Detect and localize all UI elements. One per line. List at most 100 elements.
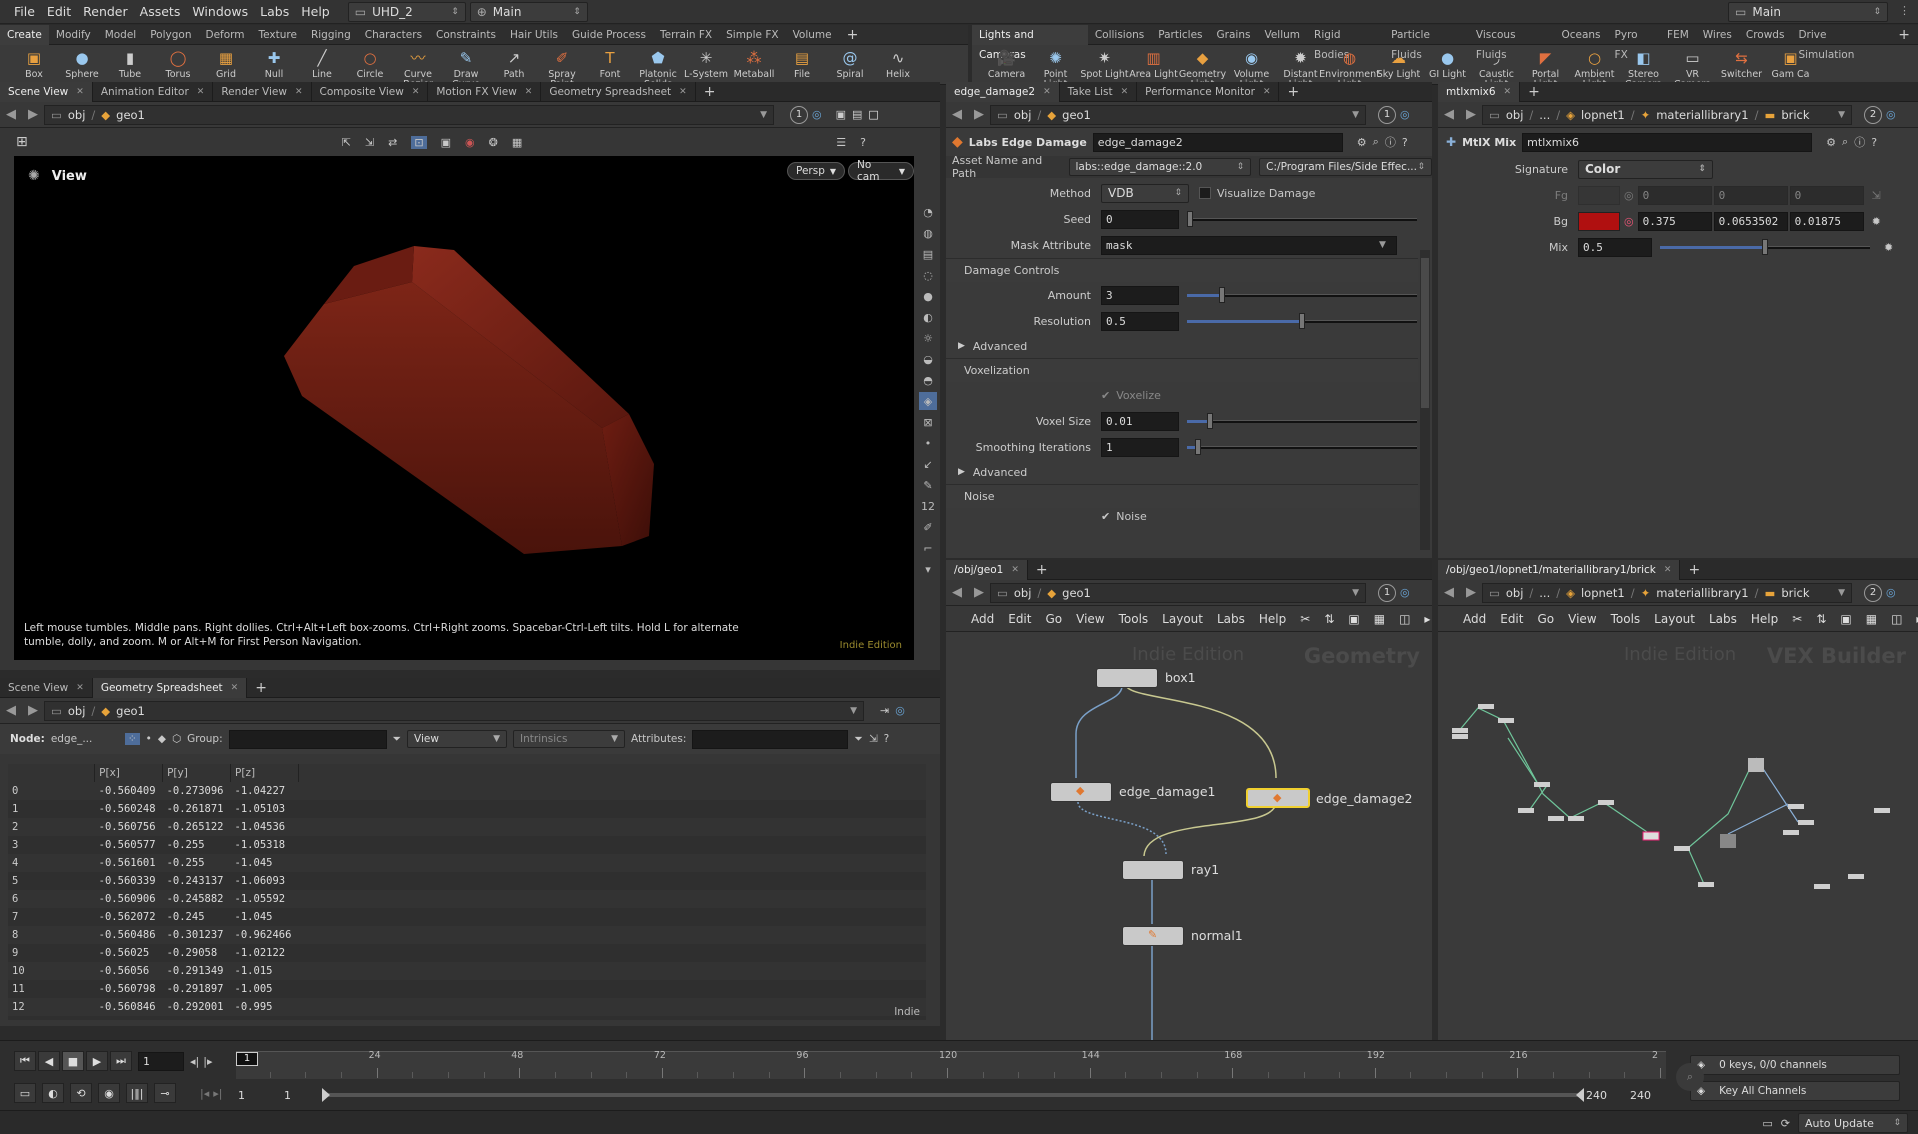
net-menu-view[interactable]: View xyxy=(1561,612,1603,626)
tab-mtlxmix6[interactable]: mtlxmix6 ✕ xyxy=(1438,81,1521,102)
tab-take-list[interactable]: Take List ✕ xyxy=(1060,81,1138,102)
gear-icon[interactable]: ✹ xyxy=(1884,241,1893,254)
mix-field[interactable]: 0.5 xyxy=(1578,237,1652,257)
range-bar[interactable] xyxy=(322,1088,1584,1102)
close-icon[interactable]: ✕ xyxy=(76,678,84,698)
shelf-tool-spot-light[interactable]: ✷ Spot Light xyxy=(1080,45,1129,80)
mtlx-node-name-field[interactable]: mtlxmix6 xyxy=(1522,132,1813,152)
mtlx-breadcrumb[interactable]: ▭ obj / ... / ◈ lopnet1 / ✦ materiallibr… xyxy=(1482,104,1852,125)
column-header-index[interactable] xyxy=(8,764,96,782)
table-row[interactable]: 8 -0.560486 -0.301237 -0.962466 xyxy=(8,926,926,944)
layout-icon-1[interactable]: ▣ xyxy=(836,108,846,121)
fg-swatch[interactable] xyxy=(1578,185,1620,205)
tab-scene-view[interactable]: Scene View ✕ xyxy=(0,81,93,102)
shelf-tab-guide-process[interactable]: Guide Process xyxy=(565,25,653,45)
help-icon[interactable]: ? xyxy=(860,136,866,149)
add-tab-icon[interactable]: + xyxy=(1279,84,1307,100)
forward-arrow-icon[interactable]: ▶ xyxy=(1460,585,1482,600)
netvex-canvas[interactable]: Indie Edition VEX Builder xyxy=(1438,634,1918,1040)
fg-r-field[interactable]: 0 xyxy=(1637,185,1712,205)
smoothing-slider[interactable] xyxy=(1187,438,1417,455)
search-icon[interactable]: ⌕ xyxy=(1842,135,1848,149)
tab-edge-damage2[interactable]: edge_damage2 ✕ xyxy=(946,81,1060,102)
crumb-lopnet1[interactable]: lopnet1 xyxy=(1581,108,1625,122)
range-start2-field[interactable]: 1 xyxy=(284,1089,291,1102)
advanced-folder-2[interactable]: ▶ Advanced xyxy=(946,460,1418,484)
step-back-icon[interactable]: ◀ xyxy=(38,1051,60,1071)
numbers-icon[interactable]: 12 xyxy=(919,497,937,515)
close-icon[interactable]: ✕ xyxy=(1121,82,1129,102)
record-icon[interactable]: ◉ xyxy=(465,136,475,149)
shelf-tool-spiral[interactable]: @ Spiral xyxy=(826,45,874,80)
layout-icon-3[interactable]: □ xyxy=(868,108,878,121)
net-tool-icon-5[interactable]: ▸ xyxy=(1909,612,1918,626)
shelf-tab-volume[interactable]: Volume xyxy=(786,25,839,45)
primitives-mode-icon[interactable]: ◆ xyxy=(158,733,166,745)
table-row[interactable]: 3 -0.560577 -0.255 -1.05318 xyxy=(8,836,926,854)
net-tool-icon-0[interactable]: ✂ xyxy=(1785,612,1809,626)
forward-arrow-icon[interactable]: ▶ xyxy=(22,107,44,122)
audio-icon[interactable]: ◐ xyxy=(42,1083,64,1103)
range-start-field[interactable]: 1 xyxy=(238,1089,245,1102)
shelf-tab-constraints[interactable]: Constraints xyxy=(429,25,503,45)
param-breadcrumb[interactable]: ▭ obj / ◆ geo1 ▼ xyxy=(990,104,1366,125)
snapshot-icon[interactable]: ▦ xyxy=(512,136,522,149)
voxelization-section[interactable]: Voxelization xyxy=(946,358,1418,382)
shelf-tool-circle[interactable]: ○ Circle xyxy=(346,45,394,80)
range-next-icon[interactable]: ▸| xyxy=(213,1087,222,1100)
go-start-icon[interactable]: ⏮ xyxy=(14,1051,36,1071)
shelf-tool-sphere[interactable]: ● Sphere xyxy=(58,45,106,80)
chat-icon[interactable]: ▭ xyxy=(1762,1117,1772,1130)
table-row[interactable]: 13-0.560859-0.292419-0.985 xyxy=(8,1016,926,1020)
close-icon[interactable]: ✕ xyxy=(525,82,533,102)
shelf-tool-null[interactable]: ✚ Null xyxy=(250,45,298,80)
add-shelf-icon[interactable]: + xyxy=(839,27,867,43)
grid-icon[interactable]: ⊞ xyxy=(16,134,28,150)
shelf-tool-box[interactable]: ▣ Box xyxy=(10,45,58,80)
crumb-obj[interactable]: obj xyxy=(68,108,86,122)
crumb-geo1[interactable]: geo1 xyxy=(1062,108,1091,122)
net-tool-icon-3[interactable]: ▦ xyxy=(1367,612,1392,626)
shelf-tool-area-light[interactable]: ▥ Area Light xyxy=(1129,45,1178,80)
shelf-tool-path[interactable]: ↗ Path xyxy=(490,45,538,80)
signature-select[interactable]: Color ⇕ xyxy=(1578,159,1713,179)
menu-edit[interactable]: Edit xyxy=(41,0,77,24)
back-arrow-icon[interactable]: ◀ xyxy=(1438,107,1460,122)
link-icon[interactable]: ◎ xyxy=(895,704,905,717)
back-arrow-icon[interactable]: ◀ xyxy=(1438,585,1460,600)
add-tab-icon[interactable]: + xyxy=(696,84,724,100)
net-menu-tools[interactable]: Tools xyxy=(1112,612,1156,626)
column-header-p-y[interactable]: P[y] xyxy=(162,764,232,782)
shelf-tool-file[interactable]: ▤ File xyxy=(778,45,826,80)
tab-render-view[interactable]: Render View ✕ xyxy=(213,81,312,102)
crumb-obj[interactable]: obj xyxy=(1014,108,1032,122)
close-icon[interactable]: ✕ xyxy=(412,82,420,102)
crumb-obj[interactable]: obj xyxy=(1506,108,1524,122)
scene-breadcrumb[interactable]: ▭ obj / ◆ geo1 ▼ xyxy=(44,104,774,125)
net-menu-help[interactable]: Help xyxy=(1252,612,1293,626)
seed-field[interactable]: 0 xyxy=(1101,209,1179,229)
add-tab-icon[interactable]: + xyxy=(1028,562,1056,578)
vertices-mode-icon[interactable]: • xyxy=(146,733,152,745)
view-select[interactable]: View ▼ xyxy=(407,730,508,748)
table-row[interactable]: 12 -0.560846 -0.292001 -0.995 xyxy=(8,998,926,1016)
grid-toggle-icon[interactable]: ⊠ xyxy=(919,413,937,431)
shelf-tab-modify[interactable]: Modify xyxy=(49,25,98,45)
shelf-tab-deform[interactable]: Deform xyxy=(198,25,251,45)
intrinsics-select[interactable]: Intrinsics ▼ xyxy=(513,730,626,748)
table-row[interactable]: 10 -0.56056 -0.291349 -1.015 xyxy=(8,962,926,980)
pin-number[interactable]: 2 xyxy=(1864,105,1882,124)
range-left-handle[interactable] xyxy=(322,1088,330,1102)
net-tool-icon-2[interactable]: ▣ xyxy=(1341,612,1366,626)
visualize-checkbox[interactable] xyxy=(1199,187,1211,199)
link-icon[interactable]: ◎ xyxy=(1886,586,1896,599)
resolution-slider[interactable] xyxy=(1187,312,1417,329)
net-menu-layout[interactable]: Layout xyxy=(1647,612,1702,626)
crumb-lopnet1[interactable]: lopnet1 xyxy=(1581,586,1625,600)
select-tool-icon[interactable]: ⇱ xyxy=(342,136,351,149)
detail-mode-icon[interactable]: ⬡ xyxy=(172,733,181,745)
crumb-ellipsis[interactable]: ... xyxy=(1539,586,1550,600)
info-icon[interactable]: ⓘ xyxy=(1854,134,1865,150)
loop-icon[interactable]: ⟲ xyxy=(70,1083,92,1103)
tab-geometry-spreadsheet[interactable]: Geometry Spreadsheet ✕ xyxy=(92,677,248,698)
